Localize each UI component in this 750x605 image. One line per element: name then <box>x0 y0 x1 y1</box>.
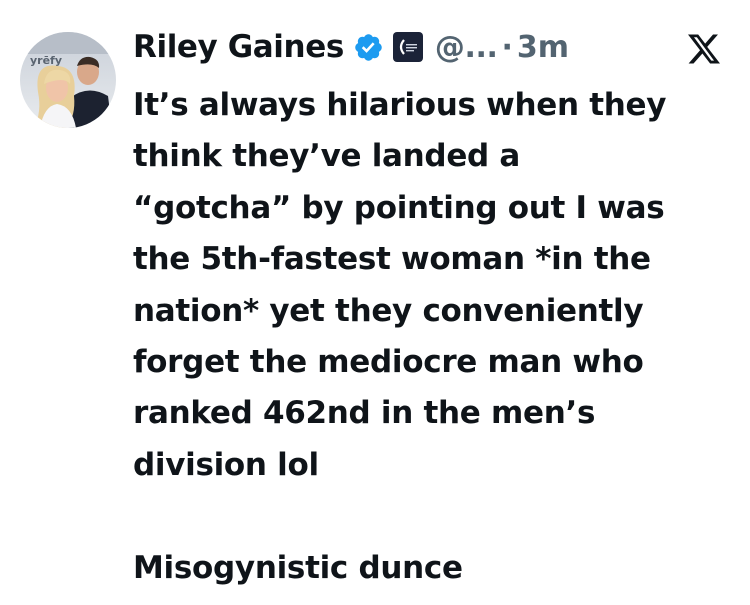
x-logo-icon[interactable] <box>686 33 722 65</box>
timestamp[interactable]: 3m <box>517 30 569 65</box>
tweet-text: It’s always hilarious when they think th… <box>133 87 667 586</box>
affiliate-badge-icon[interactable] <box>392 32 423 62</box>
tweet-card: yrēfy Riley Gaines @... · 3m It’s always… <box>0 0 750 605</box>
header-separator: · <box>501 29 513 65</box>
author-handle[interactable]: @... <box>435 30 498 65</box>
tweet-header: Riley Gaines @... · 3m <box>133 22 569 72</box>
avatar-logo-text: yrēfy <box>30 54 62 67</box>
verified-badge-icon <box>353 32 384 63</box>
author-name[interactable]: Riley Gaines <box>133 29 344 65</box>
avatar[interactable]: yrēfy <box>20 32 116 128</box>
